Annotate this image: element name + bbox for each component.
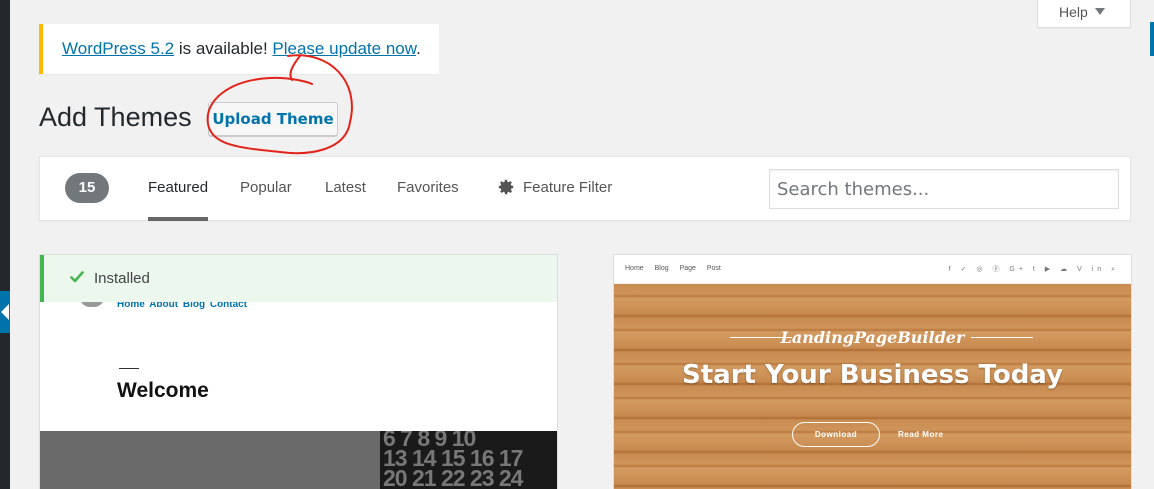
tab-latest[interactable]: Latest	[325, 157, 366, 221]
notice-end: .	[416, 39, 421, 58]
social-icons: f ✓ ◎ ⓟ G+ t ▶ ☁ V in ⌕	[948, 266, 1119, 273]
preview-hero-wood: LandingPageBuilder Start Your Business T…	[614, 284, 1131, 489]
wordpress-version-link[interactable]: WordPress 5.2	[62, 39, 174, 58]
feature-filter-label: Feature Filter	[523, 179, 613, 196]
preview-brand: LandingPageBuilder	[780, 328, 965, 347]
preview-heading: Welcome	[117, 379, 209, 402]
help-tab-label: Help	[1059, 4, 1088, 20]
theme-card[interactable]: Home Blog Page Post f ✓ ◎ ⓟ G+ t ▶ ☁ V i…	[613, 254, 1132, 489]
calendar-row: 20 21 22 23 24	[383, 465, 523, 489]
caret-down-icon	[1094, 8, 1105, 15]
search-themes-input[interactable]: Search themes...	[769, 169, 1119, 209]
theme-filter-bar: 15 Featured Popular Latest Favorites Fea…	[39, 156, 1131, 221]
gear-icon	[498, 179, 514, 195]
update-notice: WordPress 5.2 is available! Please updat…	[39, 24, 439, 74]
upload-theme-button[interactable]: Upload Theme	[208, 102, 338, 136]
tab-popular[interactable]: Popular	[240, 157, 292, 221]
installed-label: Installed	[94, 270, 150, 287]
page-title: Add Themes	[39, 102, 192, 132]
preview-divider	[119, 368, 139, 369]
collapse-menu-arrow-icon[interactable]	[0, 291, 10, 333]
preview-read-more: Read More	[898, 430, 944, 439]
theme-card[interactable]: Home About Blog Contact Welcome 6 7 8 9 …	[39, 254, 558, 489]
preview-download-button: Download	[792, 422, 880, 447]
tab-featured[interactable]: Featured	[148, 157, 209, 221]
feature-filter-button[interactable]: Feature Filter	[497, 157, 612, 221]
admin-sidebar	[0, 0, 10, 489]
help-tab-button[interactable]: Help	[1037, 0, 1131, 28]
tab-favorites[interactable]: Favorites	[397, 157, 459, 221]
installed-banner: Installed	[40, 255, 557, 302]
notice-text: is available!	[174, 39, 273, 58]
preview-nav: Home Blog Page Post	[625, 265, 721, 272]
theme-count-badge: 15	[65, 173, 109, 203]
scroll-edge-marker	[1150, 22, 1154, 56]
preview-headline: Start Your Business Today	[682, 360, 1063, 390]
update-now-link[interactable]: Please update now	[272, 39, 416, 58]
checkmark-icon	[70, 271, 84, 283]
preview-calendar-image: 6 7 8 9 10 13 14 15 16 17 20 21 22 23 24	[380, 431, 557, 489]
preview-nav-bar: Home Blog Page Post f ✓ ◎ ⓟ G+ t ▶ ☁ V i…	[614, 255, 1131, 284]
